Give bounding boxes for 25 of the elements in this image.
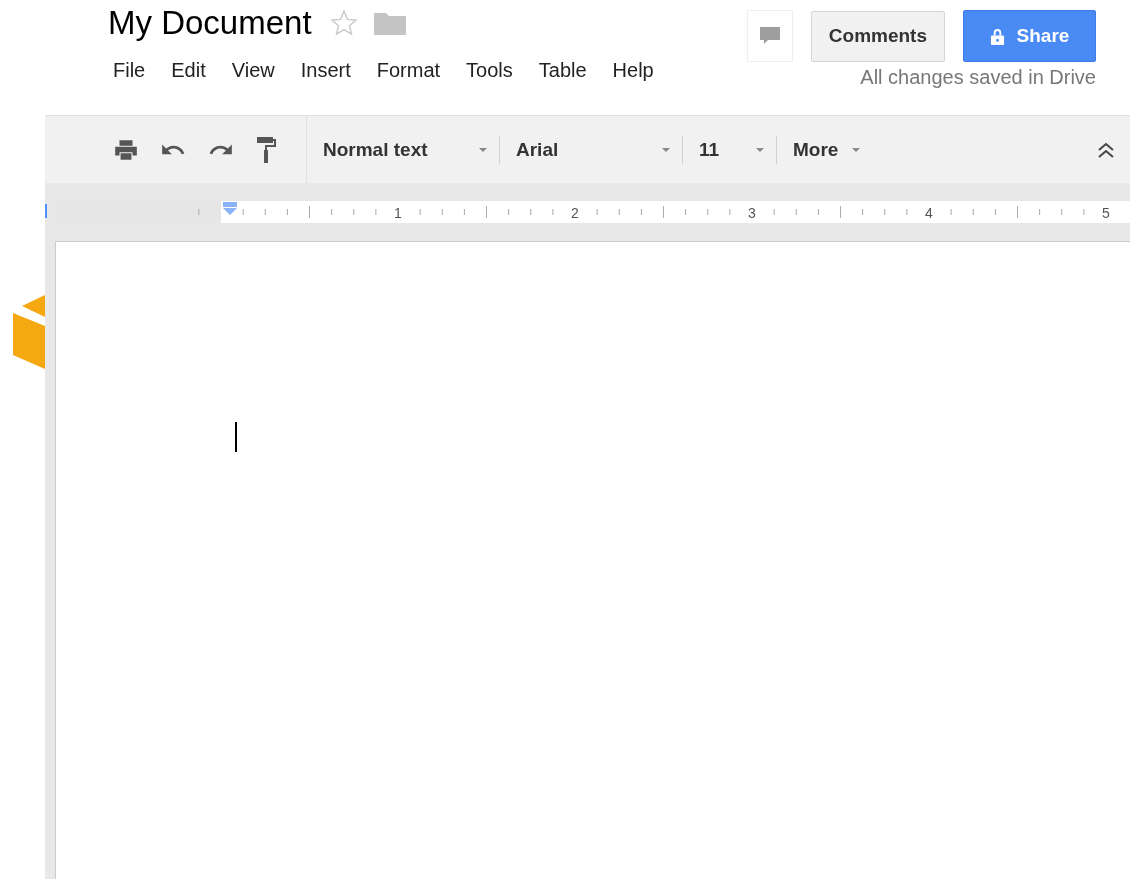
menu-item[interactable]: Edit <box>171 59 206 82</box>
paint-roller-icon[interactable] <box>255 134 279 165</box>
caret-icon <box>756 147 764 152</box>
star-icon[interactable] <box>329 9 358 37</box>
caret-icon <box>662 147 670 152</box>
menu-item[interactable]: View <box>231 59 275 82</box>
toolbar-dropdown[interactable]: More <box>777 131 873 168</box>
toolbar-dropdown[interactable]: Arial <box>500 131 682 168</box>
menu-item[interactable]: Tools <box>466 59 513 82</box>
menu-item[interactable]: Insert <box>300 59 351 82</box>
comments-button[interactable]: Comments <box>810 10 945 62</box>
toolbar-dropdown[interactable]: 11 <box>683 131 776 168</box>
menu-item[interactable]: Table <box>538 59 587 82</box>
menu-item[interactable]: Format <box>376 59 441 82</box>
cube-icon <box>13 293 45 369</box>
save-status: All changes saved in Drive <box>860 66 1096 89</box>
caret-icon <box>852 147 861 152</box>
comment-button[interactable] <box>746 10 793 62</box>
menu-item[interactable]: File <box>113 59 146 82</box>
lock-icon <box>989 27 1005 45</box>
document-title[interactable]: My Document <box>108 4 312 42</box>
caret-icon <box>479 147 487 152</box>
menu-item[interactable]: Help <box>612 59 654 82</box>
text-cursor <box>235 422 237 452</box>
toolbar-dropdown[interactable]: Normal text <box>307 131 499 168</box>
